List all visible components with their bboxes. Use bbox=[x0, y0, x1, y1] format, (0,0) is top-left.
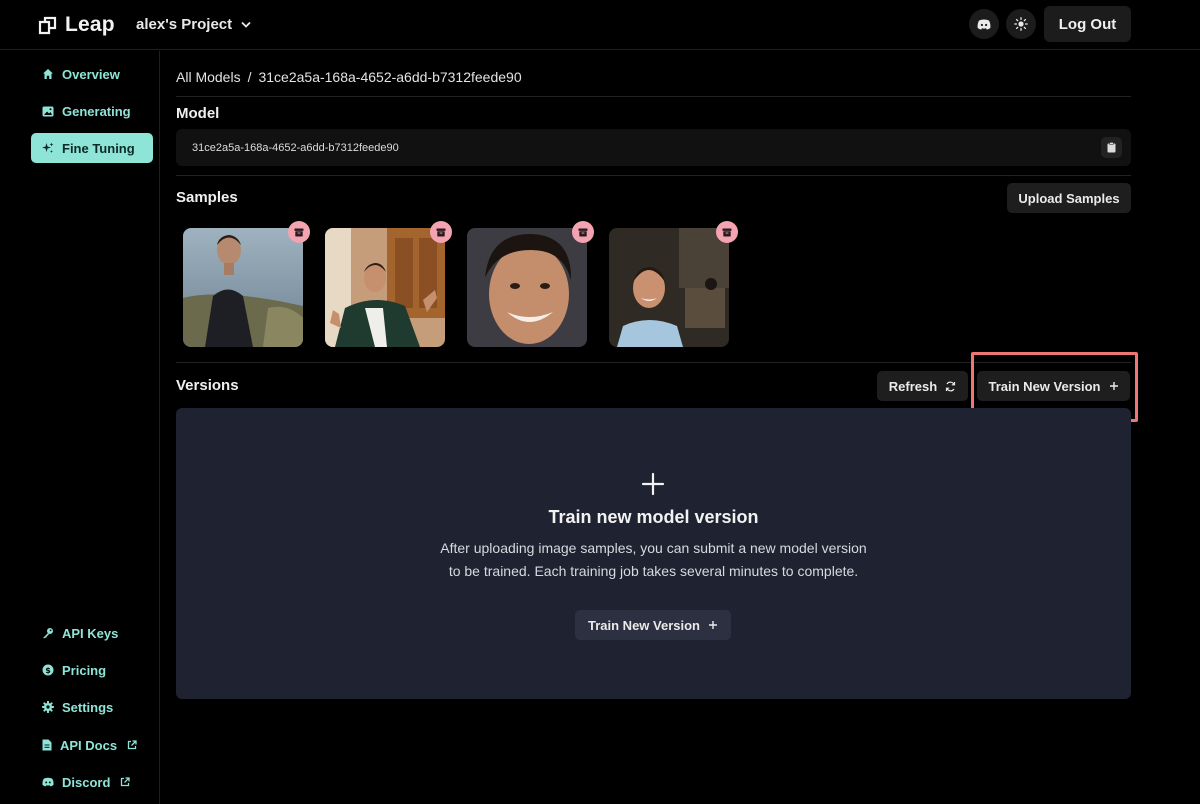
breadcrumb: All Models / 31ce2a5a-168a-4652-a6dd-b73… bbox=[176, 69, 522, 85]
clipboard-icon bbox=[1107, 142, 1116, 153]
archive-icon bbox=[294, 228, 304, 236]
model-section-title: Model bbox=[176, 105, 220, 122]
logout-button[interactable]: Log Out bbox=[1044, 6, 1131, 42]
breadcrumb-all-models-link[interactable]: All Models bbox=[176, 69, 241, 85]
sample-image[interactable] bbox=[609, 228, 729, 347]
refresh-button[interactable]: Refresh bbox=[877, 371, 968, 401]
empty-train-new-version-button[interactable]: Train New Version bbox=[575, 610, 731, 640]
sidebar-item-label: Fine Tuning bbox=[62, 140, 135, 156]
document-icon bbox=[42, 739, 52, 751]
discord-button[interactable] bbox=[969, 9, 999, 39]
sidebar-item-overview[interactable]: Overview bbox=[31, 59, 153, 89]
sample-photo bbox=[609, 228, 729, 347]
discord-icon bbox=[42, 777, 54, 787]
leap-logo-icon bbox=[38, 16, 57, 34]
breadcrumb-current: 31ce2a5a-168a-4652-a6dd-b7312feede90 bbox=[258, 69, 522, 85]
project-selector[interactable]: alex's Project bbox=[136, 16, 251, 33]
external-link-icon bbox=[121, 777, 131, 787]
chevron-down-icon bbox=[241, 21, 251, 28]
gear-icon bbox=[42, 701, 54, 713]
breadcrumb-separator: / bbox=[247, 69, 252, 85]
archive-icon bbox=[578, 228, 588, 236]
delete-sample-button[interactable] bbox=[572, 221, 594, 243]
model-id-value: 31ce2a5a-168a-4652-a6dd-b7312feede90 bbox=[192, 142, 399, 154]
sidebar-item-settings[interactable]: Settings bbox=[31, 692, 153, 722]
sidebar-item-generating[interactable]: Generating bbox=[31, 96, 153, 126]
plus-icon bbox=[641, 472, 665, 496]
refresh-label: Refresh bbox=[888, 378, 938, 394]
archive-icon bbox=[722, 228, 732, 236]
delete-sample-button[interactable] bbox=[288, 221, 310, 243]
sidebar-item-discord[interactable]: Discord bbox=[31, 767, 153, 797]
theme-toggle-button[interactable] bbox=[1006, 9, 1036, 39]
versions-section-title: Versions bbox=[176, 377, 239, 394]
archive-icon bbox=[436, 228, 446, 236]
sidebar-item-label: Settings bbox=[62, 699, 114, 715]
model-id-field: 31ce2a5a-168a-4652-a6dd-b7312feede90 bbox=[176, 129, 1131, 166]
plus-icon bbox=[709, 621, 717, 629]
sun-icon bbox=[1014, 17, 1028, 31]
empty-state-title: Train new model version bbox=[548, 507, 759, 527]
empty-train-label: Train New Version bbox=[588, 617, 700, 633]
sidebar-item-label: Overview bbox=[62, 66, 120, 82]
project-name: alex's Project bbox=[136, 16, 233, 33]
divider bbox=[176, 175, 1131, 176]
svg-text:$: $ bbox=[45, 666, 51, 675]
refresh-icon bbox=[946, 381, 956, 391]
sample-image[interactable] bbox=[325, 228, 445, 347]
sidebar-item-label: API Docs bbox=[60, 737, 118, 753]
sidebar-item-api-keys[interactable]: API Keys bbox=[31, 618, 153, 648]
samples-section-title: Samples bbox=[176, 189, 238, 206]
sparkle-icon bbox=[42, 142, 54, 153]
sample-photo bbox=[467, 228, 587, 347]
sample-photo bbox=[183, 228, 303, 347]
copy-button[interactable] bbox=[1101, 137, 1122, 158]
sidebar-item-fine-tuning[interactable]: Fine Tuning bbox=[31, 133, 153, 163]
logo-text: Leap bbox=[65, 13, 115, 36]
sidebar-item-label: Generating bbox=[62, 103, 131, 119]
home-icon bbox=[43, 69, 53, 79]
delete-sample-button[interactable] bbox=[716, 221, 738, 243]
sidebar-item-label: Discord bbox=[62, 774, 111, 790]
sidebar: Overview Generating Fine Tuning API Keys… bbox=[0, 51, 160, 804]
image-icon bbox=[42, 106, 54, 116]
sample-image[interactable] bbox=[183, 228, 303, 347]
delete-sample-button[interactable] bbox=[430, 221, 452, 243]
external-link-icon bbox=[127, 740, 137, 750]
discord-icon bbox=[977, 19, 991, 30]
divider bbox=[176, 96, 1131, 97]
dollar-icon: $ bbox=[42, 664, 54, 676]
empty-state-description: After uploading image samples, you can s… bbox=[440, 540, 867, 579]
key-icon bbox=[43, 628, 53, 639]
upload-samples-button[interactable]: Upload Samples bbox=[1007, 183, 1131, 213]
sidebar-item-label: API Keys bbox=[62, 625, 119, 641]
sidebar-item-pricing[interactable]: $ Pricing bbox=[31, 655, 153, 685]
sample-photo bbox=[325, 228, 445, 347]
logo[interactable]: Leap bbox=[38, 13, 115, 37]
sidebar-item-api-docs[interactable]: API Docs bbox=[31, 730, 153, 760]
sidebar-item-label: Pricing bbox=[62, 662, 107, 678]
versions-empty-state: Train new model version After uploading … bbox=[176, 408, 1131, 699]
top-bar: Leap alex's Project Log Out bbox=[0, 0, 1200, 50]
sample-image[interactable] bbox=[467, 228, 587, 347]
